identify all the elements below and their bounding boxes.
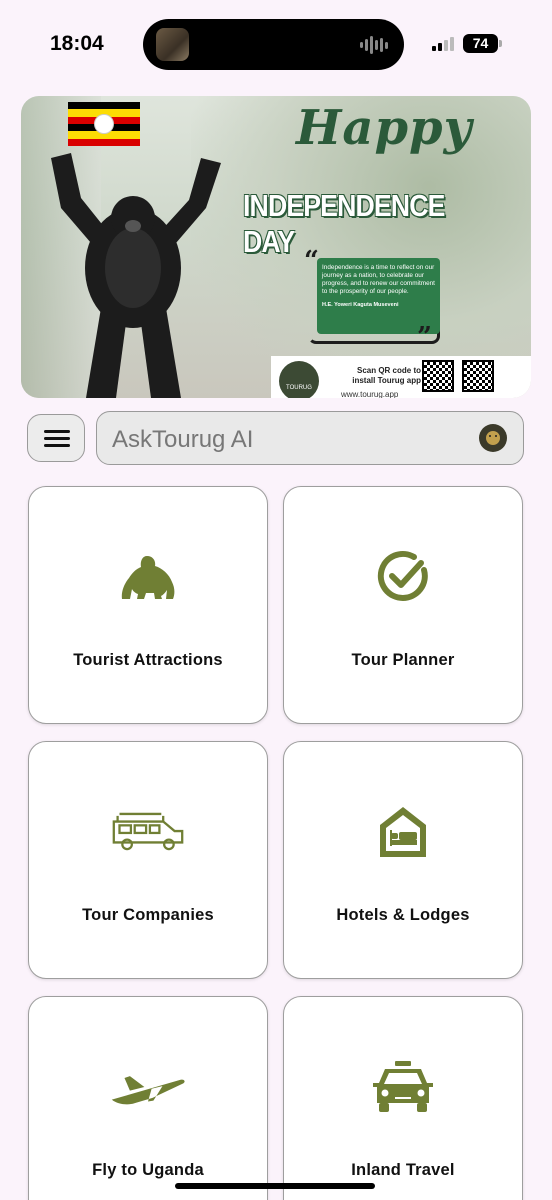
airplane-icon xyxy=(110,1057,186,1117)
tourug-logo-text: TOURUG xyxy=(286,385,312,391)
uganda-flag-icon xyxy=(68,102,140,146)
safari-jeep-icon xyxy=(110,802,186,862)
banner-url: www.tourug.app xyxy=(341,390,399,398)
audio-waveform-icon xyxy=(360,35,390,55)
hamburger-icon-line xyxy=(44,444,70,447)
battery-tip xyxy=(499,40,502,47)
hamburger-icon xyxy=(44,430,70,433)
tile-inland-travel[interactable]: Inland Travel xyxy=(283,996,523,1200)
banner-footer: TOURUG Scan QR code to install Tourug ap… xyxy=(271,356,531,398)
tile-label: Fly to Uganda xyxy=(92,1161,204,1179)
cellular-signal-icon xyxy=(432,37,454,51)
tile-label: Inland Travel xyxy=(351,1161,455,1179)
taxi-icon xyxy=(365,1057,441,1117)
search-placeholder: AskTourug AI xyxy=(112,426,254,453)
gorilla-icon xyxy=(110,547,186,607)
check-circle-icon xyxy=(365,547,441,607)
hamburger-icon-line xyxy=(44,437,70,440)
now-playing-artwork xyxy=(156,28,189,61)
scan-qr-text: Scan QR code to install Tourug app xyxy=(352,366,421,385)
independence-day-banner[interactable]: Happy INDEPENDENCE DAY “ Independence is… xyxy=(21,96,531,398)
close-quote-icon: ” xyxy=(417,322,432,352)
gorilla-illustration xyxy=(51,153,221,398)
qr-code-ios xyxy=(462,360,494,392)
tile-tour-companies[interactable]: Tour Companies xyxy=(28,741,268,979)
banner-title: INDEPENDENCE DAY xyxy=(243,188,445,259)
banner-happy-text: Happy xyxy=(296,100,473,156)
ask-tourug-search[interactable]: AskTourug AI xyxy=(96,411,524,465)
tile-fly-to-uganda[interactable]: Fly to Uganda xyxy=(28,996,268,1200)
home-indicator[interactable] xyxy=(175,1183,375,1189)
status-time: 18:04 xyxy=(50,32,104,55)
qr-code-android xyxy=(422,360,454,392)
tourug-logo: TOURUG xyxy=(279,361,319,398)
tile-label: Tour Planner xyxy=(351,651,455,669)
monkey-ai-icon[interactable] xyxy=(479,424,507,452)
tile-label: Tour Companies xyxy=(82,906,214,924)
tile-label: Tourist Attractions xyxy=(73,651,223,669)
battery-icon: 74 xyxy=(463,34,498,53)
status-bar: 18:04 74 xyxy=(0,0,552,90)
tile-label: Hotels & Lodges xyxy=(336,906,470,924)
tile-tourist-attractions[interactable]: Tourist Attractions xyxy=(28,486,268,724)
dynamic-island[interactable] xyxy=(143,19,404,70)
tile-hotels-lodges[interactable]: Hotels & Lodges xyxy=(283,741,523,979)
quote-text: Independence is a time to reflect on our… xyxy=(322,264,435,295)
tile-tour-planner[interactable]: Tour Planner xyxy=(283,486,523,724)
quote-author: H.E. Yoweri Kaguta Museveni xyxy=(322,302,399,308)
hotel-bed-icon xyxy=(365,802,441,862)
menu-button[interactable] xyxy=(27,414,85,462)
